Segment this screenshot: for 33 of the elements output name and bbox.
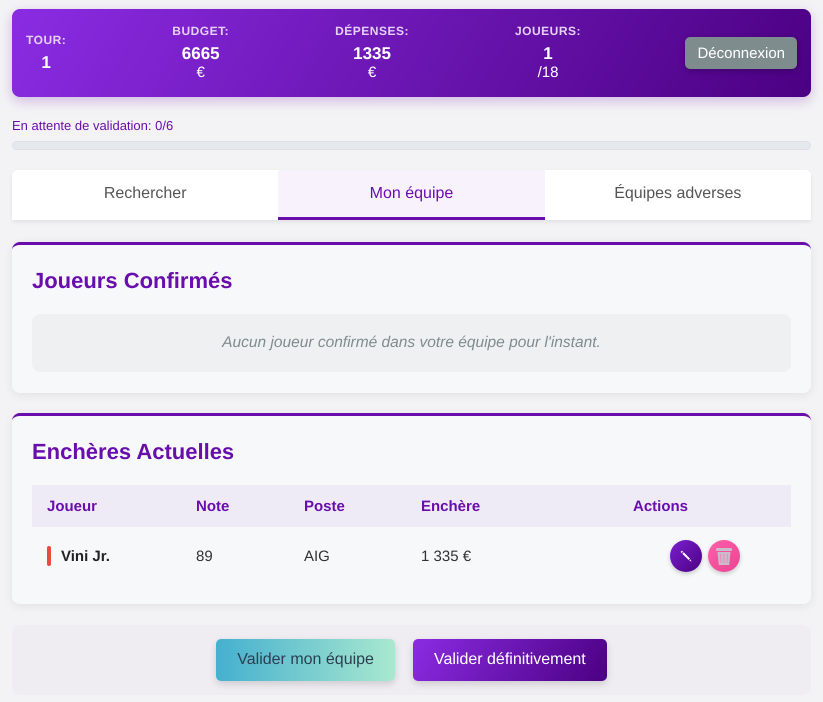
section-title: Joueurs Confirmés [32,268,232,294]
column-header: Note [196,498,230,514]
stat-label: JOUEURS: [514,24,581,39]
table-cell: 89 [196,548,213,564]
column-header: Poste [304,498,345,514]
validate-team-button[interactable]: Valider mon équipe [216,639,395,681]
table-cell: AIG [304,548,330,564]
pencil-icon [680,550,692,562]
delete-button[interactable] [708,540,740,572]
column-header: Actions [633,498,688,514]
stat-value: 1335 [353,44,391,64]
column-header: Joueur [47,498,98,514]
column-header: Enchère [421,498,480,514]
trash-icon [716,547,732,565]
tab[interactable]: Mon équipe [278,170,545,220]
table-cell: 1 335 € [421,548,472,564]
tab[interactable]: Équipes adverses [544,170,811,220]
edit-button[interactable] [670,540,702,572]
validation-label: En attente de validation: 0/6 [12,118,174,134]
section-title: Enchères Actuelles [32,439,234,465]
stat-unit: € [368,64,376,82]
final-validate-button[interactable]: Valider définitivement [412,639,607,681]
empty-message: Aucun joueur confirmé dans votre équipe pour l'instant. [32,314,791,372]
player-name: Vini Jr. [61,548,110,564]
stat-value: 6665 [182,44,220,64]
tab[interactable]: Rechercher [12,170,278,220]
stat-value: 1 [41,53,51,73]
stat-unit: € [196,64,205,82]
stat-label: BUDGET: [172,24,230,39]
stat-label: TOUR: [26,33,66,48]
stat-value: 1 [543,44,553,64]
stat-unit: /18 [538,64,558,82]
stat-label: DÉPENSES: [335,24,409,39]
